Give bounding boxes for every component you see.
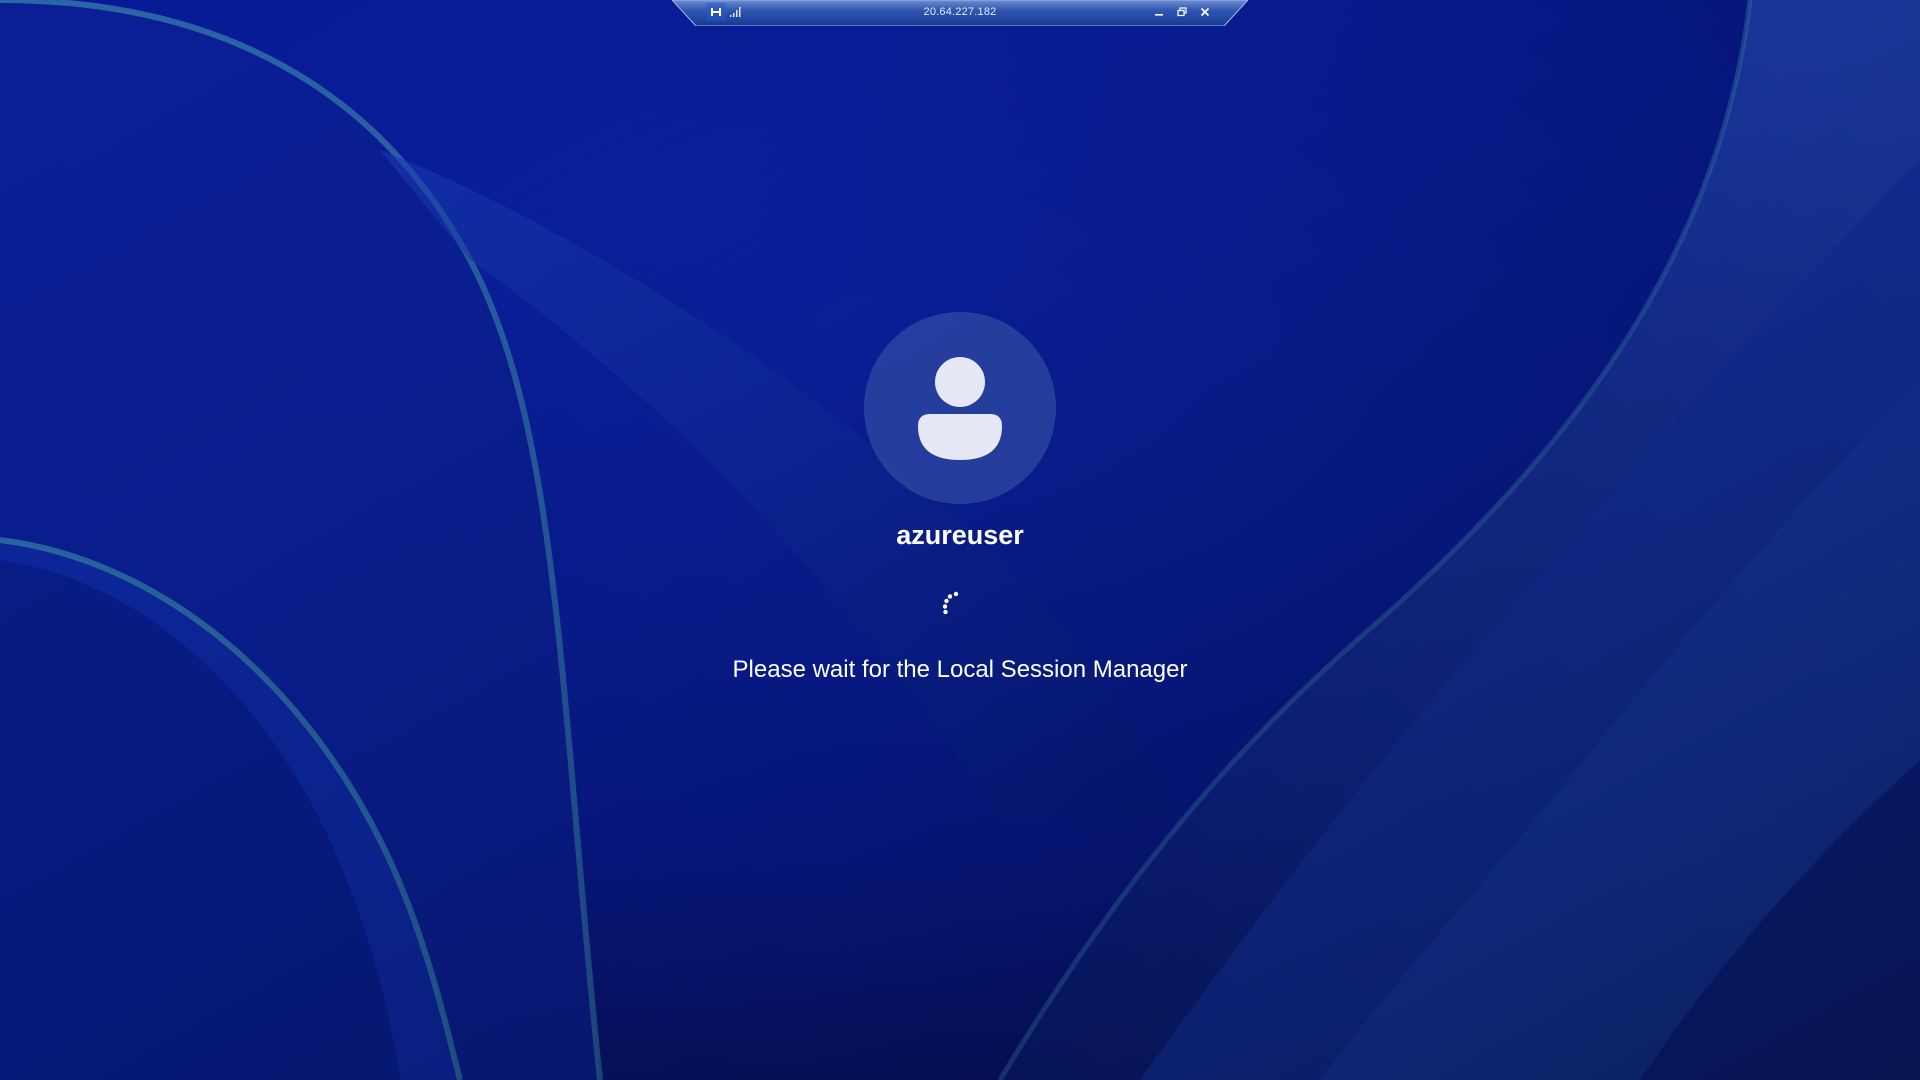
close-button[interactable] [1195,3,1215,21]
user-avatar [864,312,1056,504]
restore-button[interactable] [1172,3,1192,21]
lock-screen: 20.64.227.182 azureuser Please wait for … [0,0,1920,1080]
minimize-icon [1155,14,1163,16]
rdp-connection-bar: 20.64.227.182 [672,0,1248,26]
session-status-message: Please wait for the Local Session Manage… [732,656,1188,683]
restore-icon [1177,7,1187,17]
close-icon [1200,7,1210,17]
username-label: azureuser [896,520,1024,550]
user-avatar-icon [918,357,1002,460]
loading-spinner-icon [942,591,959,615]
minimize-button[interactable] [1149,3,1169,21]
